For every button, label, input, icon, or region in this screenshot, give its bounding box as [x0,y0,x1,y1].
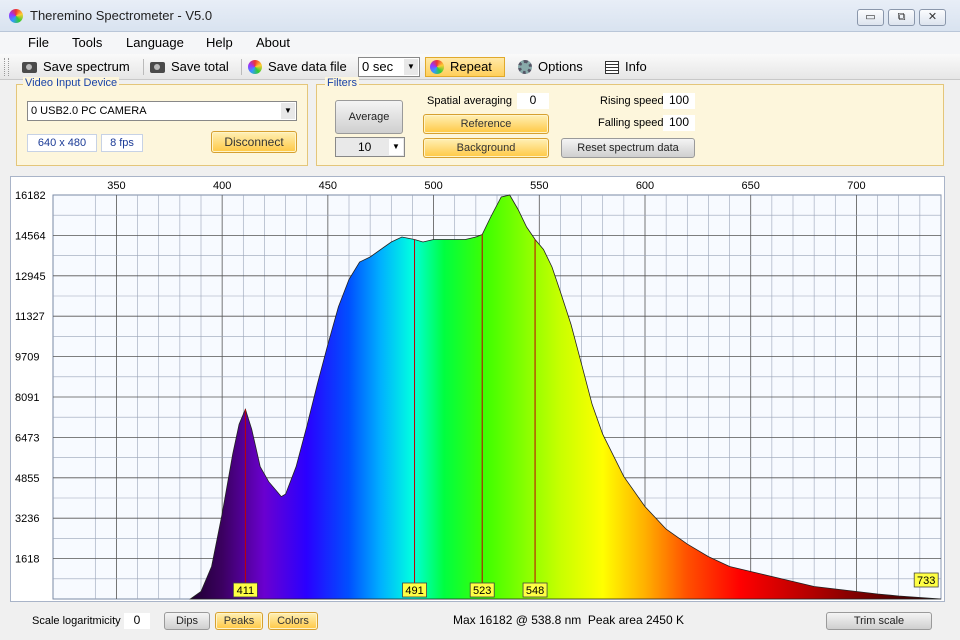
falling-speed-label: Falling speed [598,117,664,129]
interval-select[interactable]: 0 sec ▼ [358,57,420,77]
scale-log-input[interactable]: 0 [124,613,150,629]
info-list-icon [605,60,619,74]
reference-button[interactable]: Reference [423,114,549,134]
chevron-down-icon[interactable]: ▼ [281,103,295,119]
y-tick-label: 8091 [15,392,39,404]
menu-tools[interactable]: Tools [72,35,102,50]
menu-help[interactable]: Help [206,35,233,50]
rising-speed-label: Rising speed [600,95,664,107]
save-data-file-label: Save data file [268,59,347,74]
scale-log-label: Scale logaritmicity [32,615,121,627]
camera-icon [22,61,37,73]
spatial-averaging-input[interactable]: 0 [517,93,549,109]
x-tick-label: 550 [530,180,548,192]
repeat-button[interactable]: Repeat [425,57,505,77]
x-tick-label: 500 [424,180,442,192]
minimize-button[interactable]: ▭ [857,9,884,26]
y-tick-label: 11327 [15,311,45,323]
spectrum-chart[interactable]: 411 491 523 548 733 350 400 450 500 550 600 650 700 1… [11,177,944,601]
x-tick-label: 450 [319,180,337,192]
peaks-button[interactable]: Peaks [215,612,263,630]
save-data-file-button[interactable]: Save data file [244,57,351,77]
filters-label: Filters [325,77,359,89]
y-tick-label: 14564 [15,230,46,242]
toolbar: Save spectrum Save total Save data file … [0,54,960,80]
average-value: 10 [358,140,372,154]
y-tick-label: 9709 [15,352,39,364]
rising-speed-input[interactable]: 100 [663,93,695,109]
y-tick-label: 16182 [15,190,46,202]
toolbar-separator [241,59,242,75]
video-input-panel: Video Input Device 0 USB2.0 PC CAMERA ▼ … [16,77,308,166]
toolbar-grip [4,58,9,76]
restore-button[interactable]: ⧉ [888,9,915,26]
chevron-down-icon[interactable]: ▼ [404,59,418,75]
peak-label: 548 [526,585,544,597]
save-total-label: Save total [171,59,229,74]
window-title: Theremino Spectrometer - V5.0 [30,8,213,23]
menu-file[interactable]: File [28,35,49,50]
status-text: Max 16182 @ 538.8 nm Peak area 2450 K [453,613,684,627]
chevron-down-icon[interactable]: ▼ [389,139,403,155]
average-value-select[interactable]: 10 ▼ [335,137,405,157]
menu-language[interactable]: Language [126,35,184,50]
close-button[interactable]: ✕ [919,9,946,26]
menu-bar: File Tools Language Help About [0,32,960,54]
fps-display: 8 fps [101,134,143,152]
info-label: Info [625,59,647,74]
x-tick-label: 650 [742,180,760,192]
save-spectrum-label: Save spectrum [43,59,130,74]
save-total-button[interactable]: Save total [146,57,233,77]
color-wheel-icon [430,60,444,74]
colors-button[interactable]: Colors [268,612,318,630]
toolbar-separator [143,59,144,75]
title-bar: Theremino Spectrometer - V5.0 ▭ ⧉ ✕ [0,0,960,32]
video-input-label: Video Input Device [23,77,120,89]
reset-spectrum-button[interactable]: Reset spectrum data [561,138,695,158]
y-tick-label: 4855 [15,473,39,485]
x-tick-label: 350 [107,180,125,192]
y-tick-label: 12945 [15,271,46,283]
gear-icon [518,60,532,74]
peak-label: 733 [917,575,935,587]
video-device-value: 0 USB2.0 PC CAMERA [31,105,147,117]
x-tick-label: 600 [636,180,654,192]
x-tick-label: 700 [847,180,865,192]
spatial-averaging-label: Spatial averaging [427,95,513,107]
bottom-bar: Scale logaritmicity 0 Dips Peaks Colors … [0,605,960,640]
peak-label: 491 [405,585,423,597]
dips-button[interactable]: Dips [164,612,210,630]
interval-value: 0 sec [362,59,394,74]
video-device-select[interactable]: 0 USB2.0 PC CAMERA ▼ [27,101,297,121]
y-tick-label: 6473 [15,432,39,444]
save-spectrum-button[interactable]: Save spectrum [18,57,134,77]
disconnect-button[interactable]: Disconnect [211,131,297,153]
camera-icon [150,61,165,73]
info-button[interactable]: Info [601,57,651,77]
x-tick-label: 400 [213,180,231,192]
y-tick-label: 1618 [15,554,39,566]
trim-scale-button[interactable]: Trim scale [826,612,932,630]
options-label: Options [538,59,583,74]
options-button[interactable]: Options [514,57,587,77]
falling-speed-input[interactable]: 100 [663,115,695,131]
peak-label: 523 [473,585,491,597]
y-tick-label: 3236 [15,513,39,525]
app-icon [9,9,23,23]
peak-label: 411 [237,585,255,597]
color-wheel-icon [248,60,262,74]
resolution-display: 640 x 480 [27,134,97,152]
filters-panel: Filters Average 10 ▼ Spatial averaging 0… [316,77,944,166]
spectrum-plot[interactable]: 411 491 523 548 733 350 400 450 500 550 600 650 700 1… [10,176,945,602]
menu-about[interactable]: About [256,35,290,50]
background-button[interactable]: Background [423,138,549,158]
repeat-label: Repeat [450,59,492,74]
average-button[interactable]: Average [335,100,403,134]
